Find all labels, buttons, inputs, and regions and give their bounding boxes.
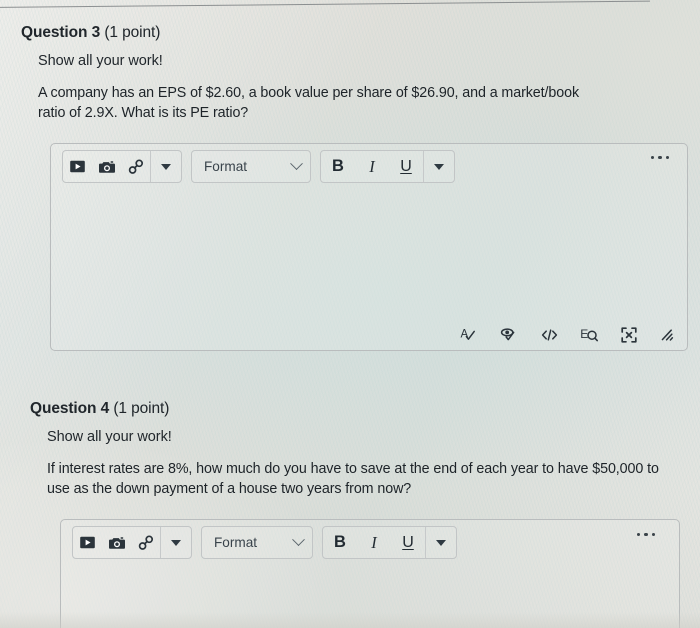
fullscreen-icon[interactable]	[620, 326, 638, 344]
insert-image-icon[interactable]	[102, 527, 131, 558]
question-3-label: Question 3	[21, 24, 101, 41]
caret-down-icon	[436, 539, 446, 546]
insert-link-icon[interactable]	[131, 527, 160, 558]
question-4-title: Question 4 (1 point)	[30, 400, 700, 418]
accessibility-check-icon[interactable]	[500, 326, 519, 344]
answer-editor-4: Format B I U	[60, 518, 680, 628]
insert-link-icon[interactable]	[121, 151, 150, 182]
editor-status-bar-3: A E	[460, 326, 675, 344]
format-dropdown-label: Format	[204, 159, 248, 175]
ellipsis-dot	[644, 532, 648, 536]
ellipsis-dot	[651, 532, 655, 536]
chevron-down-icon	[290, 157, 303, 171]
text-style-group-3: B I U	[320, 150, 455, 184]
question-4-label: Question 4	[30, 400, 110, 417]
question-4-text: If interest rates are 8%, how much do yo…	[47, 461, 659, 498]
quiz-page: Question 3 (1 point) Show all your work!…	[0, 0, 700, 628]
question-block-3: Question 3 (1 point) Show all your work!…	[0, 24, 700, 351]
chevron-down-icon	[292, 533, 305, 547]
question-3-title: Question 3 (1 point)	[21, 24, 700, 42]
ellipsis-dot	[650, 155, 655, 159]
bold-button[interactable]: B	[321, 151, 355, 182]
answer-text-area-3[interactable]	[51, 190, 687, 310]
insert-media-icon[interactable]	[63, 151, 92, 182]
italic-button[interactable]: I	[355, 151, 389, 182]
word-count-icon[interactable]: E	[580, 326, 599, 343]
ellipsis-dot	[658, 155, 662, 159]
quiz-content: Question 3 (1 point) Show all your work!…	[0, 0, 700, 628]
bold-button[interactable]: B	[323, 527, 357, 558]
question-4-instruction: Show all your work!	[47, 429, 172, 445]
question-3-points: (1 point)	[104, 24, 161, 41]
resize-grip-icon[interactable]	[659, 327, 675, 343]
editor-overflow-menu-3[interactable]	[650, 155, 669, 159]
caret-down-icon	[161, 163, 171, 170]
text-style-group-4: B I U	[322, 526, 457, 560]
answer-editor-3: Format B I U A E	[50, 142, 688, 351]
insert-media-icon[interactable]	[73, 527, 102, 558]
ellipsis-dot	[665, 155, 669, 159]
svg-text:E: E	[580, 327, 588, 341]
text-style-more-dropdown[interactable]	[424, 151, 454, 182]
format-dropdown-4[interactable]: Format	[201, 526, 313, 560]
insert-image-icon[interactable]	[92, 151, 121, 182]
insert-more-dropdown[interactable]	[151, 151, 181, 182]
editor-toolbar-4: Format B I U	[61, 520, 679, 566]
question-3-instruction: Show all your work!	[38, 53, 163, 69]
caret-down-icon	[171, 539, 181, 546]
insert-tools-group-3	[62, 150, 182, 184]
answer-text-area-4[interactable]	[61, 566, 679, 628]
text-style-more-dropdown[interactable]	[426, 527, 456, 558]
italic-button[interactable]: I	[357, 527, 391, 558]
format-dropdown-3[interactable]: Format	[191, 150, 311, 184]
underline-button[interactable]: U	[389, 151, 423, 182]
insert-tools-group-4	[72, 526, 192, 560]
editor-overflow-menu-4[interactable]	[636, 532, 655, 536]
question-4-points: (1 point)	[113, 400, 170, 417]
question-block-4: Question 4 (1 point) Show all your work!…	[0, 400, 700, 628]
caret-down-icon	[434, 163, 444, 170]
insert-more-dropdown[interactable]	[161, 527, 191, 558]
editor-toolbar-3: Format B I U	[51, 144, 687, 190]
format-dropdown-label: Format	[214, 535, 258, 551]
question-3-text: A company has an EPS of $2.60, a book va…	[38, 85, 580, 122]
spell-check-icon[interactable]: A	[460, 326, 479, 344]
underline-button[interactable]: U	[391, 527, 425, 558]
html-editor-icon[interactable]	[540, 327, 559, 343]
ellipsis-dot	[636, 532, 641, 536]
